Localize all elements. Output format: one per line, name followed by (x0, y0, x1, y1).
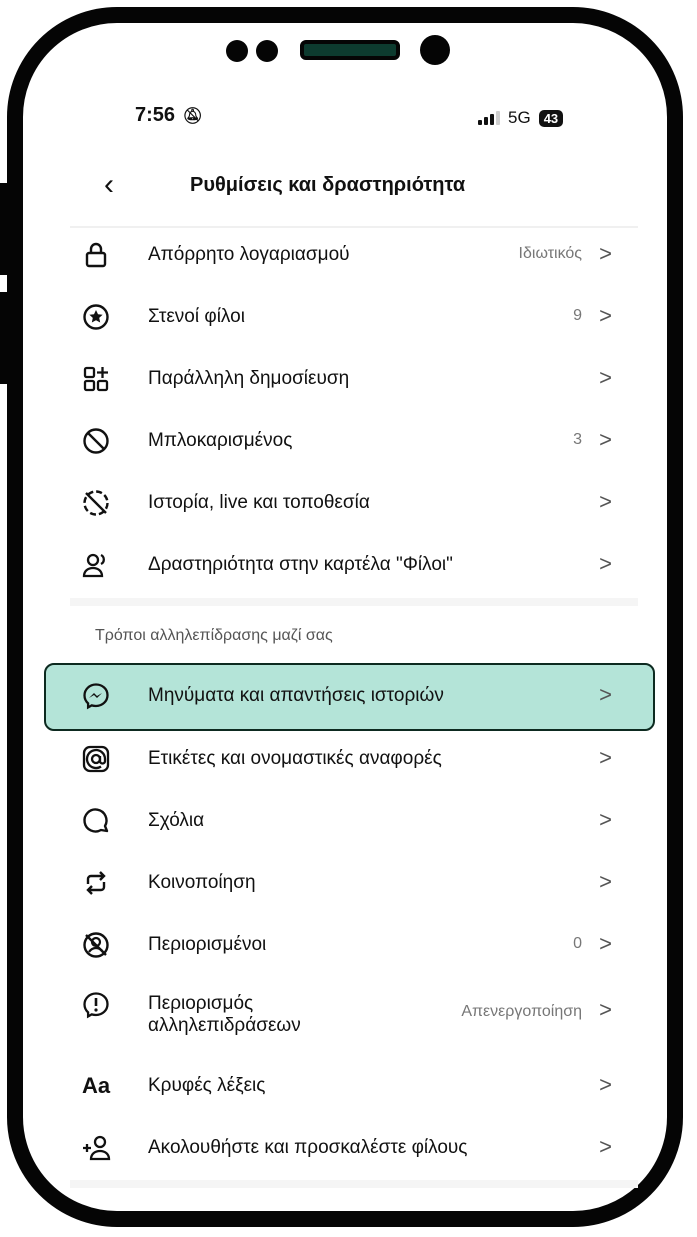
list-item-label: Κοινοποίηση (148, 872, 256, 893)
list-item-messages-story-replies[interactable]: Μηνύματα και απαντήσεις ιστοριών > (70, 666, 640, 728)
list-item-label: Στενοί φίλοι (148, 306, 245, 327)
chevron-right-icon: > (599, 427, 612, 452)
chevron-right-icon: > (599, 489, 612, 514)
camera-lens (420, 35, 450, 65)
list-item-label: Κρυφές λέξεις (148, 1075, 266, 1096)
list-item-follow-invite-friends[interactable]: Ακολουθήστε και προσκαλέστε φίλους > (70, 1118, 640, 1180)
chevron-right-icon: > (599, 745, 612, 770)
chevron-right-icon: > (599, 682, 612, 707)
lock-icon (85, 242, 107, 268)
limit-icon (83, 992, 109, 1019)
chevron-right-icon: > (599, 551, 612, 576)
list-item-friends-tab-activity[interactable]: Δραστηριότητα στην καρτέλα "Φίλοι" > (70, 535, 640, 597)
list-item-label: Περιορισμένοι (148, 934, 267, 955)
list-item-limit-interactions[interactable]: Περιορισμός αλληλεπιδράσεων Απενεργοποίησ… (70, 985, 640, 1047)
messenger-icon (83, 683, 109, 710)
list-item-value: Απενεργοποίηση (461, 1003, 582, 1020)
list-item-sharing[interactable]: Κοινοποίηση > (70, 853, 640, 915)
add-friend-icon (83, 1135, 111, 1161)
list-item-label: Ετικέτες και ονομαστικές αναφορές (148, 748, 442, 769)
comment-icon (83, 808, 109, 833)
list-item-label: Απόρρητο λογαριασμού (148, 244, 350, 265)
list-item-comments[interactable]: Σχόλια > (70, 791, 640, 853)
at-icon (82, 745, 110, 773)
network-label: 5G (508, 108, 531, 127)
list-item-label: Περιορισμός αλληλεπιδράσεων (148, 993, 301, 1036)
list-item-value: 0 (573, 935, 582, 952)
list-item-account-privacy[interactable]: Απόρρητο λογαριασμού Ιδιωτικός > (70, 225, 640, 287)
list-item-blocked[interactable]: Μπλοκαρισμένος 3 > (70, 411, 640, 473)
status-time: 7:56 🔕︎ (135, 104, 203, 126)
chevron-right-icon: > (599, 241, 612, 266)
speaker-pill (300, 40, 400, 60)
chevron-right-icon: > (599, 997, 612, 1022)
list-item-label: Δραστηριότητα στην καρτέλα "Φίλοι" (148, 554, 453, 575)
camera-dot-middle (256, 40, 278, 62)
signal-icon (478, 111, 500, 125)
list-item-value: 9 (573, 307, 582, 324)
hidden-words-icon: Aa (82, 1073, 111, 1098)
list-item-restricted[interactable]: Περιορισμένοι 0 > (70, 915, 640, 977)
list-item-label: Ακολουθήστε και προσκαλέστε φίλους (148, 1137, 468, 1158)
chevron-right-icon: > (599, 365, 612, 390)
section-divider (70, 598, 638, 606)
list-item-label: Σχόλια (148, 810, 205, 831)
list-item-cross-posting[interactable]: Παράλληλη δημοσίευση > (70, 349, 640, 411)
grid-plus-icon (83, 366, 109, 392)
back-chevron-icon[interactable]: ‹ (104, 168, 114, 202)
mute-bell-icon: 🔕︎ (182, 108, 203, 125)
star-circle-icon (83, 304, 109, 330)
bottom-divider (70, 1180, 638, 1188)
list-item-value: 3 (573, 431, 582, 448)
list-item-label: Ιστορία, live και τοποθεσία (148, 492, 370, 513)
header: ‹ Ρυθμίσεις και δραστηριότητα (0, 168, 697, 208)
status-right: 5G 43 (478, 108, 564, 128)
restricted-icon (83, 932, 109, 958)
side-button-lower (0, 292, 10, 384)
page-title: Ρυθμίσεις και δραστηριότητα (190, 174, 466, 196)
chevron-right-icon: > (599, 807, 612, 832)
list-item-label: Μηνύματα και απαντήσεις ιστοριών (148, 685, 444, 706)
chevron-right-icon: > (599, 931, 612, 956)
chevron-right-icon: > (599, 1072, 612, 1097)
chevron-right-icon: > (599, 303, 612, 328)
friends-activity-icon (82, 553, 105, 578)
share-icon (86, 871, 106, 895)
block-icon (83, 428, 109, 454)
list-item-story-live-location[interactable]: Ιστορία, live και τοποθεσία > (70, 473, 640, 535)
section-title: Τρόποι αλληλεπίδρασης μαζί σας (95, 627, 333, 644)
chevron-right-icon: > (599, 1134, 612, 1159)
list-item-label: Μπλοκαρισμένος (148, 430, 293, 451)
list-item-label: Παράλληλη δημοσίευση (148, 368, 350, 389)
list-item-close-friends[interactable]: Στενοί φίλοι 9 > (70, 287, 640, 349)
battery-icon: 43 (538, 109, 564, 127)
list-item-value: Ιδιωτικός (518, 245, 582, 262)
camera-dot-left (226, 40, 248, 62)
list-item-tags-mentions[interactable]: Ετικέτες και ονομαστικές αναφορές > (70, 729, 640, 791)
list-item-hidden-words[interactable]: Aa Κρυφές λέξεις > (70, 1056, 640, 1118)
chevron-right-icon: > (599, 869, 612, 894)
story-off-icon (83, 490, 109, 516)
